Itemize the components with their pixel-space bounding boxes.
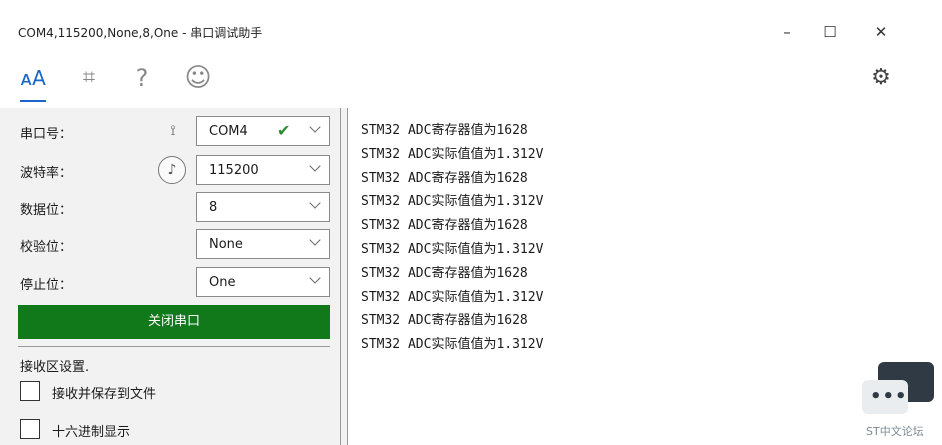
- receive-line: STM32 ADC寄存器值为1628: [361, 170, 528, 186]
- watermark-label: ST中文论坛: [866, 425, 924, 438]
- baud-label: 波特率：: [20, 166, 73, 181]
- stopbits-value: One: [209, 275, 236, 290]
- chevron-down-icon: [309, 162, 321, 174]
- stopbits-select[interactable]: One: [196, 267, 330, 297]
- port-value: COM4: [209, 124, 248, 139]
- close-port-button[interactable]: 关闭串口: [18, 305, 330, 339]
- receive-line: STM32 ADC实际值值为1.312V: [361, 194, 544, 210]
- divider: [18, 346, 330, 347]
- receive-line: STM32 ADC寄存器值为1628: [361, 218, 528, 234]
- window-title: COM4,115200,None,8,One - 串口调试助手: [18, 26, 263, 40]
- parity-value: None: [209, 237, 243, 252]
- databits-row: 数据位： 8: [20, 192, 340, 222]
- checkbox-box[interactable]: [20, 419, 40, 439]
- title-bar: COM4,115200,None,8,One - 串口调试助手 – ☐ ✕: [0, 0, 942, 52]
- panel-splitter[interactable]: [340, 108, 348, 445]
- parity-select[interactable]: None: [196, 229, 330, 259]
- receive-line: STM32 ADC实际值值为1.312V: [361, 337, 544, 353]
- maximize-button[interactable]: ☐: [815, 22, 845, 42]
- parity-row: 校验位： None: [20, 229, 340, 259]
- gear-icon[interactable]: ⚙: [866, 62, 896, 94]
- receive-line: STM32 ADC寄存器值为1628: [361, 123, 528, 138]
- smiley-icon[interactable]: ☺: [178, 62, 218, 94]
- stopbits-row: 停止位： One: [20, 267, 340, 297]
- save-to-file-label: 接收并保存到文件: [52, 387, 157, 402]
- help-icon[interactable]: ?: [130, 62, 154, 94]
- baud-row: 波特率： ♪ 115200: [20, 155, 340, 185]
- receive-area[interactable]: STM32 ADC寄存器值为1628 STM32 ADC实际值值为1.312V …: [350, 108, 942, 445]
- bubble-front: •••: [862, 380, 908, 414]
- minimize-button[interactable]: –: [772, 22, 802, 42]
- receive-line: STM32 ADC寄存器值为1628: [361, 313, 528, 329]
- chevron-down-icon: [309, 123, 321, 135]
- receive-line: STM32 ADC实际值值为1.312V: [361, 241, 544, 257]
- receive-settings-title: 接收区设置.: [20, 360, 90, 375]
- databits-select[interactable]: 8: [196, 192, 330, 222]
- port-select[interactable]: COM4 ✔: [196, 116, 330, 146]
- databits-value: 8: [209, 200, 218, 215]
- save-to-file-checkbox[interactable]: 接收并保存到文件: [20, 379, 320, 403]
- receive-line: STM32 ADC实际值值为1.312V: [361, 146, 544, 162]
- font-size-icon[interactable]: ᴀA: [18, 62, 48, 102]
- hex-display-label: 十六进制显示: [52, 425, 131, 440]
- databits-label: 数据位：: [20, 203, 73, 218]
- receive-line: STM32 ADC实际值值为1.312V: [361, 289, 544, 305]
- hex-display-checkbox[interactable]: 十六进制显示: [20, 417, 320, 441]
- chevron-down-icon: [309, 236, 321, 248]
- port-label: 串口号：: [20, 127, 73, 142]
- parity-label: 校验位：: [20, 240, 73, 255]
- dots-icon: •••: [870, 386, 908, 407]
- settings-panel: 串口号： ⟟ COM4 ✔ 波特率： ♪ 115200 数据位： 8 校验位： …: [0, 108, 340, 445]
- chevron-down-icon: [309, 274, 321, 286]
- receive-line: STM32 ADC寄存器值为1628: [361, 265, 528, 281]
- close-window-button[interactable]: ✕: [866, 22, 896, 42]
- checkbox-box[interactable]: [20, 381, 40, 401]
- toolbar: ᴀA ⌗ ? ☺ ⚙: [0, 52, 942, 108]
- chevron-down-icon: [309, 199, 321, 211]
- port-row: 串口号： ⟟ COM4 ✔: [20, 116, 340, 146]
- chat-bubble-logo-icon: •••: [862, 360, 934, 432]
- baud-value: 115200: [209, 163, 259, 178]
- port-search-icon[interactable]: ⟟: [162, 120, 184, 142]
- baud-select[interactable]: 115200: [196, 155, 330, 185]
- stopbits-label: 停止位：: [20, 278, 73, 293]
- crop-icon[interactable]: ⌗: [74, 62, 104, 94]
- dial-icon[interactable]: ♪: [158, 156, 186, 184]
- check-icon: ✔: [277, 121, 291, 140]
